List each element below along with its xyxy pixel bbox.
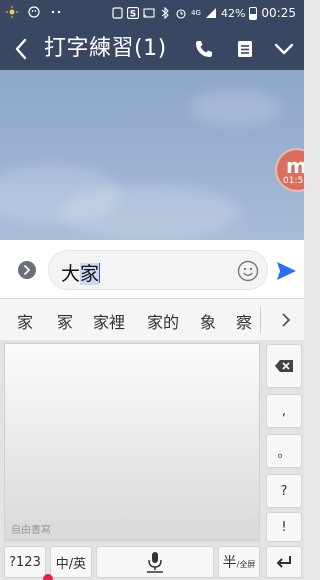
floating-bubble-time: 01:5	[283, 176, 304, 186]
candidate-bar: 家 冢 家裡 家的 象 察	[0, 298, 304, 340]
candidate-item[interactable]: 家	[17, 309, 33, 333]
back-button[interactable]	[10, 35, 32, 63]
half-full-width-key[interactable]: 半/全屏	[218, 546, 260, 578]
comma-key[interactable]: ,	[266, 394, 302, 428]
alarm-icon	[175, 7, 187, 19]
candidate-item[interactable]: 家裡	[93, 309, 125, 333]
floating-app-bubble[interactable]: m 01:5	[275, 148, 304, 192]
svg-text:S: S	[130, 10, 136, 20]
message-text: 大家	[61, 259, 101, 286]
question-key[interactable]: ?	[266, 474, 302, 508]
backspace-icon	[275, 360, 293, 372]
collapse-button[interactable]	[272, 37, 296, 61]
typed-text: 大	[61, 263, 81, 285]
half-width-label: 半	[222, 555, 237, 571]
composing-text: 家	[80, 263, 100, 285]
emoji-button[interactable]	[237, 260, 259, 282]
candidate-item[interactable]: 冢	[57, 309, 73, 333]
candidate-item[interactable]: 象	[200, 309, 216, 333]
send-button[interactable]	[275, 260, 297, 282]
voice-space-key[interactable]	[96, 546, 214, 578]
bluetooth-icon	[159, 7, 171, 19]
network-type: 4G	[191, 9, 201, 17]
sun-icon	[6, 6, 18, 18]
screenshot-icon	[111, 7, 123, 19]
send-icon	[277, 262, 296, 280]
status-bar: S 4G 42% 00:25	[0, 0, 304, 28]
exclaim-key[interactable]: !	[266, 512, 302, 542]
text-caret	[99, 263, 101, 283]
candidate-item[interactable]: 察	[236, 309, 252, 333]
back-icon	[15, 38, 27, 60]
microphone-icon	[147, 552, 163, 573]
chat-background: m 01:5	[0, 70, 304, 240]
candidate-item[interactable]: 家的	[147, 309, 179, 333]
more-candidates-button[interactable]	[276, 309, 296, 331]
floating-bubble-logo: m	[286, 154, 304, 178]
chat-header: 打字練習(1)	[0, 28, 304, 70]
smiley-icon	[237, 260, 259, 282]
call-button[interactable]	[192, 37, 216, 61]
menu-button[interactable]	[233, 37, 257, 61]
menu-icon	[238, 41, 252, 57]
chat-title[interactable]: 打字練習(1)	[44, 35, 167, 63]
full-width-label: /全屏	[236, 559, 256, 569]
chevron-right-icon	[24, 265, 31, 275]
clock: 00:25	[261, 6, 296, 20]
battery-percent: 42%	[220, 6, 246, 20]
sticker-app-icon	[28, 6, 40, 18]
message-input[interactable]: 大家	[48, 250, 268, 290]
enter-icon	[276, 556, 291, 568]
chevron-down-icon	[274, 43, 294, 55]
handwriting-label: 自由書寫	[11, 525, 51, 536]
cast-icon	[143, 7, 155, 19]
chevron-right-icon	[282, 313, 291, 327]
dots-icon	[50, 6, 62, 18]
phone-icon	[196, 41, 212, 57]
period-key[interactable]: 。	[266, 434, 302, 468]
enter-key[interactable]	[266, 546, 302, 578]
battery-icon	[249, 6, 258, 20]
message-input-bar: 大家	[0, 240, 304, 298]
language-key[interactable]: 中/英	[50, 546, 92, 578]
notification-dot	[43, 574, 53, 580]
handwriting-keyboard: 自由書寫 , 。 ? ! ?123 中/英 半/全屏	[0, 340, 304, 580]
s-app-icon: S	[127, 7, 140, 20]
signal-icon	[205, 7, 217, 19]
numbers-key[interactable]: ?123	[4, 546, 46, 578]
expand-button[interactable]	[18, 261, 36, 279]
candidate-divider	[260, 307, 261, 333]
handwriting-pad[interactable]: 自由書寫	[4, 343, 260, 541]
backspace-key[interactable]	[266, 344, 302, 388]
